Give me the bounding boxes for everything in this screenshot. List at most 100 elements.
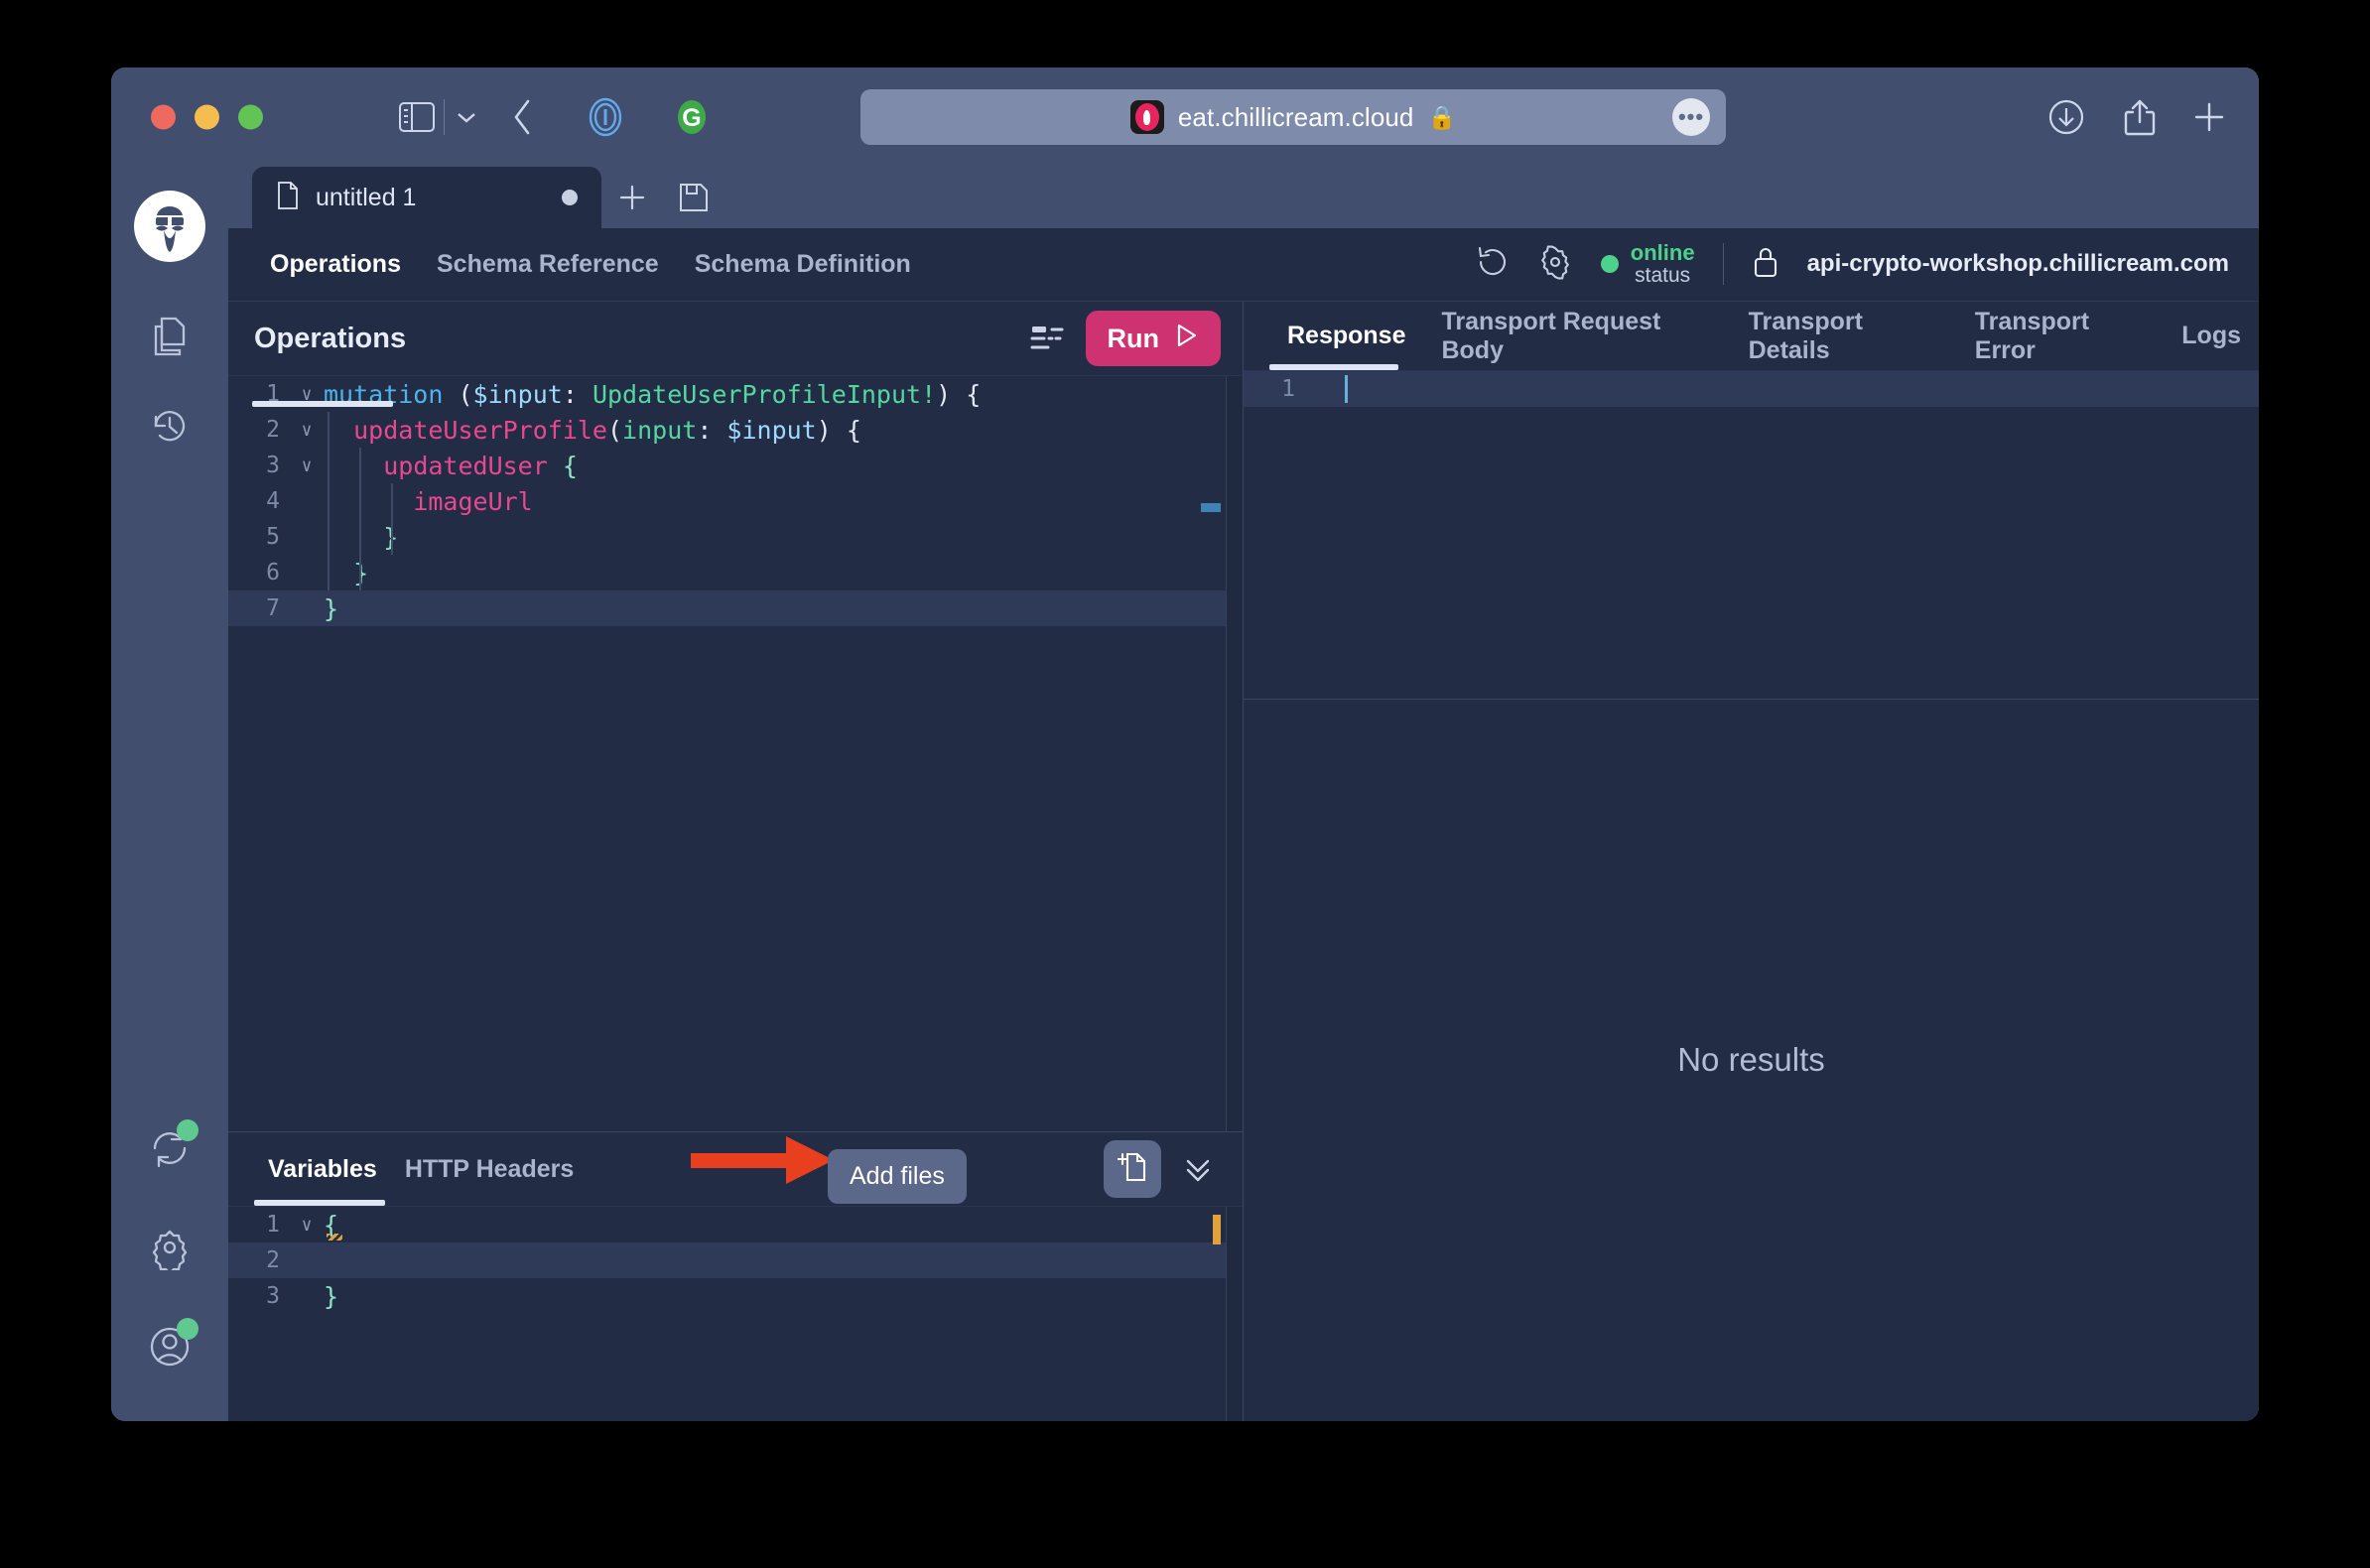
tab-logs[interactable]: Logs <box>2164 322 2259 350</box>
onepassword-extension-icon[interactable] <box>585 96 626 138</box>
operations-code-line-text: } <box>324 593 339 623</box>
variables-code-line-text <box>324 1246 353 1275</box>
new-tab-icon[interactable] <box>2191 99 2227 135</box>
grammarly-extension-icon[interactable]: G <box>672 97 712 137</box>
sidebar-item-settings[interactable] <box>137 1217 202 1282</box>
operations-code-line-number: 2 <box>266 417 280 443</box>
run-button[interactable]: Run <box>1085 311 1221 366</box>
operations-code-line-number: 3 <box>266 453 280 478</box>
status-label-text: status <box>1635 264 1691 288</box>
response-line-number: 1 <box>1281 376 1295 403</box>
variables-code-line-number: 2 <box>266 1247 280 1273</box>
schema-tab-row: Operations Schema Reference Schema Defin… <box>228 228 2259 302</box>
sidebar-item-account[interactable] <box>137 1316 202 1381</box>
save-document-button[interactable] <box>663 167 724 228</box>
add-files-button[interactable] <box>1104 1140 1161 1198</box>
status-divider <box>1722 243 1724 286</box>
document-tab-label: untitled 1 <box>316 183 417 211</box>
tab-transport-details[interactable]: Transport Details <box>1731 308 1957 365</box>
share-icon[interactable] <box>2123 97 2157 137</box>
operations-code-line-number: 4 <box>266 488 280 514</box>
operations-code-line: 7} <box>228 590 1243 626</box>
operations-tab-indicator <box>252 401 393 407</box>
address-bar[interactable]: eat.chillicream.cloud 🔒 ••• <box>860 89 1726 145</box>
variables-code-line-text: } <box>324 1281 339 1311</box>
variables-section: Variables HTTP Headers 1 ∨ {2 3} <box>228 1131 1243 1421</box>
operations-code-line-number: 7 <box>266 595 280 621</box>
operations-code-line-text: mutation ($input: UpdateUserProfileInput… <box>324 379 982 409</box>
run-button-label: Run <box>1107 323 1159 353</box>
add-files-tooltip: Add files <box>828 1149 967 1204</box>
favicon <box>1129 100 1164 134</box>
browser-toolbar: G eat.chillicream.cloud 🔒 ••• <box>111 67 2259 167</box>
toolbar-divider <box>444 99 445 135</box>
browser-window: G eat.chillicream.cloud 🔒 ••• untitled 1… <box>111 67 2259 1421</box>
response-pane: Response Transport Request Body Transpor… <box>1244 302 2259 1421</box>
fold-toggle-icon[interactable]: ∨ <box>290 1215 324 1236</box>
document-tab-untitled-1[interactable]: untitled 1 <box>252 167 601 228</box>
indent-guide <box>391 483 393 555</box>
lock-icon: 🔒 <box>1427 103 1457 130</box>
bananacakepop-logo-icon[interactable] <box>134 191 205 262</box>
app-main: untitled 1 Operations Schema Reference S… <box>228 167 2259 1421</box>
sidebar-bottom-group <box>111 1117 228 1381</box>
format-document-icon[interactable] <box>1030 324 1064 353</box>
sidebar-item-documents[interactable] <box>137 304 202 369</box>
downloads-icon[interactable] <box>2047 98 2085 136</box>
tab-transport-error[interactable]: Transport Error <box>1957 308 2165 365</box>
tab-response[interactable]: Response <box>1269 322 1423 350</box>
sidebar-item-sync[interactable] <box>137 1117 202 1183</box>
response-viewer[interactable]: 1 No results <box>1244 370 2259 1421</box>
operations-code-line: 5 } <box>228 519 1243 555</box>
close-window-button[interactable] <box>151 104 176 130</box>
document-tab-strip: untitled 1 <box>228 167 2259 228</box>
operations-code-editor[interactable]: 1 ∨ mutation ($input: UpdateUserProfileInp… <box>228 375 1243 1131</box>
svg-text:G: G <box>682 104 701 132</box>
tab-transport-request-body[interactable]: Transport Request Body <box>1423 308 1730 365</box>
unsaved-indicator-icon <box>562 190 578 205</box>
document-icon <box>276 181 300 215</box>
minimize-window-button[interactable] <box>195 104 219 130</box>
indent-guide <box>359 448 361 590</box>
editor-panes: Operations Run 1 ∨ mutation ($input: Upd… <box>228 302 2259 1421</box>
new-document-button[interactable] <box>601 167 663 228</box>
tab-http-headers[interactable]: HTTP Headers <box>391 1155 588 1184</box>
tab-schema-reference[interactable]: Schema Reference <box>419 250 677 279</box>
variables-scrollbar[interactable] <box>1226 1207 1243 1421</box>
editor-scrollbar[interactable] <box>1226 376 1243 1131</box>
sidebar-item-history[interactable] <box>137 395 202 460</box>
chevron-down-icon[interactable] <box>456 110 477 124</box>
gear-icon <box>147 1225 193 1275</box>
indent-guide <box>328 412 329 590</box>
status-badge: online status <box>1600 240 1695 288</box>
variables-code-line: 2 <box>228 1242 1243 1278</box>
maximize-window-button[interactable] <box>238 104 263 130</box>
fold-toggle-icon[interactable]: ∨ <box>290 420 324 441</box>
no-results-message: No results <box>1677 1041 1825 1079</box>
response-tab-row: Response Transport Request Body Transpor… <box>1244 302 2259 371</box>
operations-header: Operations Run <box>228 302 1243 375</box>
operations-pane: Operations Run 1 ∨ mutation ($input: Upd… <box>228 302 1244 1421</box>
connection-status-group: online status api-crypto-workshop.chilli… <box>1476 241 2259 287</box>
page-menu-button[interactable]: ••• <box>1672 98 1710 136</box>
tab-variables[interactable]: Variables <box>254 1155 391 1184</box>
tab-operations[interactable]: Operations <box>252 250 419 279</box>
account-status-badge <box>177 1318 198 1340</box>
operations-code-line: 3 ∨ updatedUser { <box>228 448 1243 483</box>
back-button[interactable] <box>511 98 533 136</box>
refresh-schema-icon[interactable] <box>1476 245 1510 284</box>
fold-toggle-icon[interactable]: ∨ <box>290 456 324 476</box>
editor-minimap-marker <box>1201 503 1221 512</box>
tab-schema-definition[interactable]: Schema Definition <box>677 250 929 279</box>
sync-status-badge <box>177 1119 198 1141</box>
status-online-text: online <box>1630 240 1695 266</box>
variables-warning-marker <box>1213 1215 1221 1244</box>
app-sidebar <box>111 167 228 1421</box>
collapse-panel-button[interactable] <box>1175 1152 1221 1186</box>
connection-settings-gear-icon[interactable] <box>1537 244 1573 285</box>
operations-code-line: 6 } <box>228 555 1243 590</box>
variables-code-editor[interactable]: 1 ∨{2 3} <box>228 1206 1243 1421</box>
documents-icon <box>148 313 192 361</box>
sidebar-toggle-icon[interactable] <box>399 102 435 132</box>
status-dot-icon <box>1600 255 1619 274</box>
